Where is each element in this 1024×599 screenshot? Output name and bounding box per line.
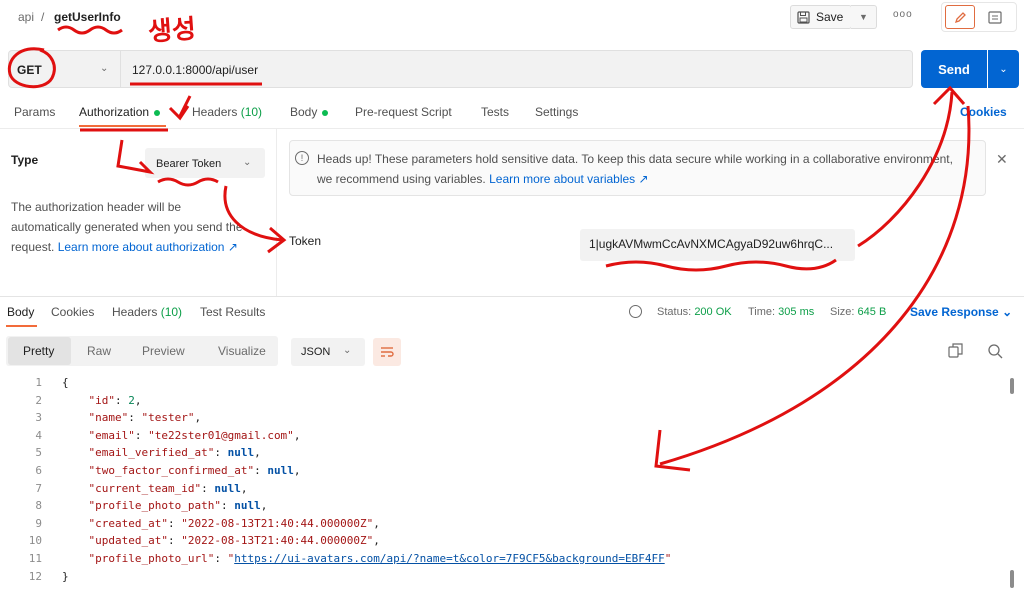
- tab-settings[interactable]: Settings: [535, 105, 578, 119]
- close-icon[interactable]: ✕: [996, 151, 1008, 168]
- save-response-button[interactable]: Save Response ⌄: [910, 305, 1012, 319]
- breadcrumb-separator: /: [41, 10, 45, 24]
- code-text: "updated_at": "2022-08-13T21:40:44.00000…: [88, 534, 380, 548]
- chevron-down-icon: ⌄: [999, 63, 1008, 75]
- wrap-icon: [381, 347, 394, 357]
- chevron-down-icon: ⌄: [243, 157, 252, 168]
- response-tab-cookies[interactable]: Cookies: [51, 305, 94, 319]
- code-text: "profile_photo_path": null,: [88, 499, 268, 513]
- code-text: "email": "te22ster01@gmail.com",: [88, 428, 301, 442]
- line-number: 4: [35, 428, 42, 442]
- code-text: "current_team_id": null,: [88, 481, 248, 495]
- token-value: 1|ugkAVMwmCcAvNXMCAgyaD92uw6hrqC...: [589, 237, 834, 251]
- heads-up-text: Heads up! These parameters hold sensitiv…: [317, 152, 953, 166]
- status-readout[interactable]: Status: 200 OK: [657, 306, 732, 318]
- tab-params[interactable]: Params: [14, 105, 55, 119]
- active-tab-indicator: [6, 325, 37, 327]
- breadcrumb-collection[interactable]: api: [18, 10, 34, 24]
- floppy-icon: [797, 10, 810, 24]
- line-number: 9: [35, 516, 42, 530]
- scrollbar[interactable]: [1010, 378, 1014, 394]
- code-text: "two_factor_confirmed_at": null,: [88, 464, 301, 477]
- tab-authorization[interactable]: Authorization: [79, 105, 161, 119]
- annotation-squiggle: [605, 258, 837, 272]
- time-readout[interactable]: Time: 305 ms: [748, 306, 814, 318]
- save-label: Save: [816, 10, 844, 24]
- line-number: 3: [35, 411, 42, 425]
- heads-up-banner: [289, 140, 986, 196]
- code-text: "name": "tester",: [88, 411, 202, 425]
- code-text: }: [62, 569, 69, 583]
- auth-description: The authorization header will be automat…: [11, 200, 243, 254]
- globe-icon[interactable]: [629, 305, 642, 318]
- line-number: 11: [28, 552, 42, 565]
- token-label: Token: [289, 234, 322, 248]
- chevron-down-icon: ⌄: [1002, 305, 1013, 319]
- size-readout[interactable]: Size: 645 B: [830, 306, 886, 318]
- format-tab-pretty[interactable]: Pretty: [23, 344, 54, 358]
- code-text: "id": 2,: [88, 393, 142, 407]
- url-link: https://ui-avatars.com/api/?name=t&color…: [234, 552, 665, 565]
- format-tab-raw[interactable]: Raw: [87, 344, 111, 358]
- code-text: "profile_photo_url": "https://ui-avatars…: [88, 552, 672, 565]
- send-label: Send: [938, 61, 970, 77]
- search-icon[interactable]: [987, 343, 1003, 359]
- code-text: "created_at": "2022-08-13T21:40:44.00000…: [88, 516, 380, 530]
- save-dropdown-button[interactable]: ▼: [851, 5, 877, 29]
- learn-more-auth-link[interactable]: Learn more about authorization ↗: [58, 240, 238, 254]
- format-value: JSON: [301, 346, 331, 358]
- tab-pre-request-script[interactable]: Pre-request Script: [355, 105, 452, 119]
- chevron-down-icon: ⌄: [100, 63, 109, 74]
- send-button[interactable]: Send: [921, 50, 987, 88]
- heads-up-text-2: we recommend using variables. Learn more…: [317, 172, 649, 186]
- scrollbar[interactable]: [1010, 570, 1014, 588]
- documentation-button[interactable]: [980, 5, 1010, 29]
- line-number: 7: [35, 481, 42, 495]
- chevron-down-icon: ▼: [859, 12, 868, 22]
- tab-tests[interactable]: Tests: [481, 105, 509, 119]
- code-text: "email_verified_at": null,: [88, 446, 261, 460]
- document-icon: [988, 10, 1002, 24]
- line-number: 6: [35, 464, 42, 477]
- response-tab-body[interactable]: Body: [7, 305, 34, 319]
- annotation-handwritten: 생성: [147, 14, 198, 48]
- line-number: 5: [35, 446, 42, 460]
- format-tab-visualize[interactable]: Visualize: [218, 344, 266, 358]
- code-text: {: [62, 376, 69, 389]
- line-number: 1: [35, 376, 42, 389]
- response-tab-test-results[interactable]: Test Results: [200, 305, 265, 319]
- annotation-arrow: [178, 95, 192, 117]
- status-dot: [154, 109, 161, 116]
- auth-type-label: Type: [11, 153, 39, 167]
- edit-mode-button[interactable]: [945, 5, 975, 29]
- cookies-link[interactable]: Cookies: [960, 105, 1007, 119]
- active-tab-indicator: [79, 125, 166, 127]
- tab-body[interactable]: Body: [290, 105, 329, 119]
- chevron-down-icon: ⌄: [343, 345, 352, 356]
- info-icon: !: [295, 151, 309, 165]
- method-label: GET: [17, 63, 42, 77]
- line-number: 2: [35, 393, 42, 407]
- more-options-button[interactable]: ooo: [893, 9, 913, 20]
- status-dot: [322, 109, 329, 116]
- copy-icon[interactable]: [948, 343, 963, 358]
- response-tab-headers[interactable]: Headers (10): [112, 305, 182, 319]
- save-button[interactable]: Save: [790, 5, 852, 29]
- line-number: 8: [35, 499, 42, 513]
- wrap-lines-button[interactable]: [373, 338, 401, 366]
- request-name[interactable]: getUserInfo: [54, 10, 121, 24]
- url-text: 127.0.0.1:8000/api/user: [132, 63, 259, 77]
- format-tab-preview[interactable]: Preview: [142, 344, 185, 358]
- auth-type-value: Bearer Token: [156, 158, 222, 170]
- tab-headers[interactable]: Headers (10): [192, 105, 262, 119]
- learn-more-variables-link[interactable]: Learn more about variables ↗: [489, 172, 648, 186]
- send-dropdown-button[interactable]: ⌄: [988, 50, 1019, 88]
- divider: [0, 296, 1024, 297]
- line-number: 10: [28, 534, 42, 548]
- line-number: 12: [28, 569, 42, 583]
- pencil-icon: [954, 11, 966, 23]
